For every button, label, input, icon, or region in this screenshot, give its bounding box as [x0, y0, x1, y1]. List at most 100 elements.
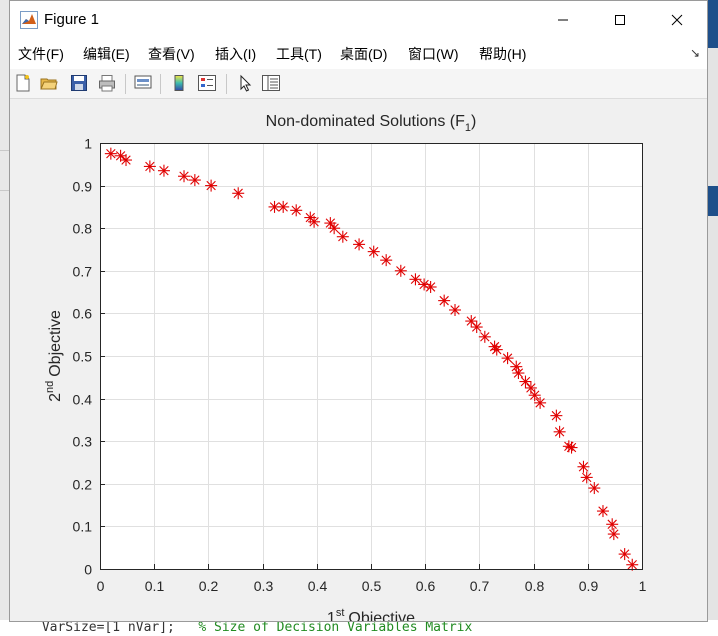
maximize-button[interactable]: [592, 1, 648, 39]
data-point: [618, 548, 631, 561]
y-tick-label: 0.7: [73, 264, 93, 280]
toolbar-separator: [125, 74, 126, 94]
menu-view[interactable]: 查看(V): [148, 44, 195, 64]
data-point: [449, 303, 462, 316]
toolbar-separator: [160, 74, 161, 94]
figure-window: Figure 1 文件(F) 编辑(E) 查看(V) 插入(I) 工具(T) 桌…: [9, 0, 708, 622]
y-tick-label: 0.3: [73, 434, 93, 450]
minimize-icon: [558, 19, 568, 21]
data-point: [565, 441, 578, 454]
data-point: [488, 340, 501, 353]
x-tick-label: 0.6: [416, 578, 436, 594]
data-point: [328, 222, 341, 235]
menu-window[interactable]: 窗口(W): [408, 44, 459, 64]
data-point: [277, 200, 290, 213]
menu-file[interactable]: 文件(F): [18, 44, 64, 64]
y-tick-label: 0.9: [73, 179, 93, 195]
background-app-header: [708, 0, 718, 48]
dock-arrow-icon[interactable]: ↘: [690, 46, 700, 60]
data-point: [438, 294, 451, 307]
background-right-strip: [708, 0, 718, 636]
data-point: [336, 230, 349, 243]
x-axis-label-number: 1: [327, 610, 336, 621]
data-point: [470, 321, 483, 334]
y-tick-label: 0.2: [73, 477, 93, 493]
y-axis-label-number: 2: [47, 393, 64, 402]
scatter-plot[interactable]: 0 0.1 0.2 0.3 0.4 0.5 0.6 0.7 0.8 0.9 1 0 0.1 0.2 0.3 0…: [10, 99, 707, 621]
x-tick-label: 0.7: [470, 578, 490, 594]
menu-edit[interactable]: 编辑(E): [83, 44, 130, 64]
data-point: [178, 170, 191, 183]
x-axis-label: 1st Objective: [327, 607, 415, 621]
new-figure-icon: [16, 74, 30, 92]
insert-legend-button[interactable]: [196, 72, 218, 94]
data-point: [104, 147, 117, 160]
menu-bar: 文件(F) 编辑(E) 查看(V) 插入(I) 工具(T) 桌面(D) 窗口(W…: [10, 39, 707, 69]
data-point: [143, 160, 156, 173]
code-text: VarSize=[1 nVar];: [34, 620, 175, 635]
data-point: [528, 389, 541, 402]
edit-plot-button[interactable]: [234, 72, 256, 94]
data-point: [188, 174, 201, 187]
data-point: [550, 409, 563, 422]
data-point: [606, 518, 619, 531]
data-point: [607, 528, 620, 541]
data-point: [626, 558, 639, 571]
data-point: [588, 482, 601, 495]
x-tick-label: 0.5: [362, 578, 382, 594]
toolbar-separator: [226, 74, 227, 94]
link-plot-button[interactable]: [132, 72, 154, 94]
data-point: [353, 238, 366, 251]
data-point: [577, 460, 590, 473]
code-comment: % Size of Decision Variables Matrix: [174, 620, 473, 635]
menu-desktop[interactable]: 桌面(D): [340, 44, 387, 64]
x-tick-label: 0.9: [579, 578, 599, 594]
open-file-button[interactable]: [38, 72, 60, 94]
property-inspector-button[interactable]: [260, 72, 282, 94]
minimize-button[interactable]: [535, 1, 591, 39]
menu-insert[interactable]: 插入(I): [215, 44, 256, 64]
y-tick-label: 0.1: [73, 519, 93, 535]
edit-plot-arrow-icon: [240, 74, 252, 92]
title-bar[interactable]: Figure 1: [10, 1, 707, 39]
x-axis-label-text: Objective: [348, 610, 415, 621]
data-point: [380, 254, 393, 267]
data-point: [394, 264, 407, 277]
y-tick-label: 0.4: [73, 392, 93, 408]
matlab-logo-icon: [20, 11, 38, 29]
property-inspector-icon: [262, 75, 280, 91]
data-point: [157, 164, 170, 177]
x-tick-label: 0.1: [145, 578, 165, 594]
data-point: [232, 187, 245, 200]
x-axis-label-superscript: st: [336, 607, 345, 619]
data-point: [501, 352, 514, 365]
data-point: [205, 179, 218, 192]
open-file-icon: [40, 78, 58, 90]
insert-legend-icon: [198, 75, 216, 91]
menu-tools[interactable]: 工具(T): [276, 44, 322, 64]
menu-help[interactable]: 帮助(H): [479, 44, 526, 64]
background-app-band: [708, 186, 718, 216]
close-button[interactable]: [649, 1, 705, 39]
y-tick-label: 0.5: [73, 349, 93, 365]
window-title: Figure 1: [44, 11, 100, 28]
x-tick-label: 0.8: [525, 578, 545, 594]
data-point: [490, 343, 503, 356]
x-tick-label: 0.3: [254, 578, 274, 594]
chart-title-main: Non-dominated Solutions (F: [266, 113, 465, 130]
save-icon: [71, 75, 87, 91]
figure-canvas: 0 0.1 0.2 0.3 0.4 0.5 0.6 0.7 0.8 0.9 1 0 0.1 0.2 0.3 0…: [10, 99, 707, 621]
y-tick-label: 0.8: [73, 221, 93, 237]
print-button[interactable]: [96, 72, 118, 94]
data-point: [519, 375, 532, 388]
x-tick-label: 0: [97, 578, 105, 594]
save-button[interactable]: [68, 72, 90, 94]
data-point: [120, 154, 133, 167]
insert-colorbar-button[interactable]: [168, 72, 190, 94]
maximize-icon: [615, 15, 625, 25]
data-point: [596, 505, 609, 518]
chart-title: Non-dominated Solutions (F1): [266, 113, 477, 134]
new-figure-button[interactable]: [12, 72, 34, 94]
y-tick-label: 0: [84, 562, 92, 578]
data-point: [367, 245, 380, 258]
